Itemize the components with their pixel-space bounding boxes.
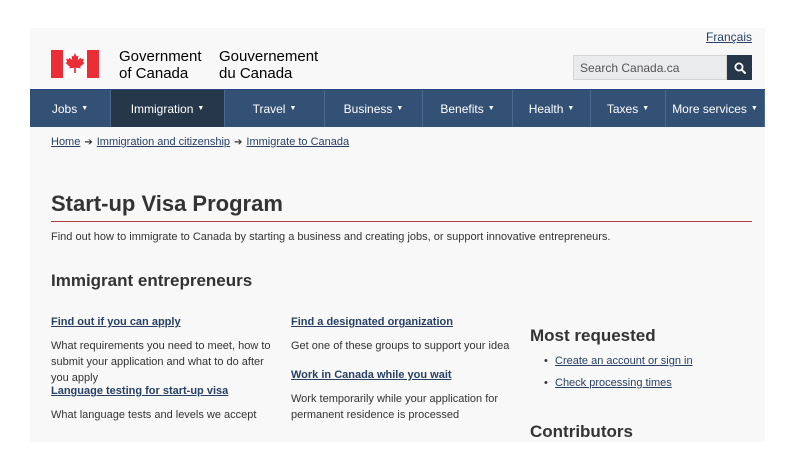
most-requested-link[interactable]: Check processing times	[555, 377, 672, 389]
breadcrumb-immigrate-to-canada[interactable]: Immigrate to Canada	[246, 136, 349, 148]
service-link[interactable]: Work in Canada while you wait	[291, 369, 521, 381]
canada-flag-icon	[51, 50, 99, 78]
chevron-down-icon: ▼	[642, 105, 650, 112]
brand-text-english: Government of Canada	[119, 48, 202, 82]
chevron-down-icon: ▼	[289, 105, 297, 112]
menu-immigration[interactable]: Immigration ▼	[111, 90, 225, 127]
menu-benefits[interactable]: Benefits ▼	[423, 90, 513, 127]
service-description: Get one of these groups to support your …	[291, 340, 510, 352]
search-button[interactable]	[727, 55, 752, 80]
service-item: Language testing for start-up visa What …	[51, 385, 281, 423]
chevron-down-icon: ▼	[197, 105, 205, 112]
most-requested-list: Create an account or sign in Check proce…	[544, 355, 693, 399]
chevron-down-icon: ▼	[567, 105, 575, 112]
main-menu: Jobs ▼ Immigration ▼ Travel ▼ Business ▼ Ben…	[30, 89, 765, 127]
browser-page: Français Government of Canada Gouverneme…	[30, 28, 765, 442]
most-requested-title: Most requested	[530, 326, 656, 345]
page-title: Start-up Visa Program	[51, 191, 283, 216]
breadcrumb-home[interactable]: Home	[51, 136, 80, 148]
search-icon	[734, 62, 746, 74]
menu-health[interactable]: Health ▼	[513, 90, 591, 127]
service-description: What language tests and levels we accept	[51, 409, 257, 421]
arrow-right-icon: ➔	[234, 136, 243, 148]
menu-travel[interactable]: Travel ▼	[225, 90, 325, 127]
page-lead: Find out how to immigrate to Canada by s…	[51, 231, 611, 243]
service-link[interactable]: Language testing for start-up visa	[51, 385, 281, 397]
service-item: Work in Canada while you wait Work tempo…	[291, 369, 521, 423]
menu-jobs[interactable]: Jobs ▼	[30, 90, 111, 127]
language-toggle-link[interactable]: Français	[706, 30, 752, 44]
chevron-down-icon: ▼	[81, 105, 89, 112]
title-rule	[51, 221, 752, 222]
chevron-down-icon: ▼	[396, 105, 404, 112]
chevron-down-icon: ▼	[750, 105, 758, 112]
arrow-right-icon: ➔	[84, 136, 93, 148]
search-input[interactable]	[573, 55, 727, 80]
menu-business[interactable]: Business ▼	[325, 90, 423, 127]
service-item: Find a designated organization Get one o…	[291, 316, 521, 354]
menu-more-services[interactable]: More services ▼	[666, 90, 765, 127]
list-item: Check processing times	[544, 377, 693, 389]
brand-text-french: Gouvernement du Canada	[219, 48, 319, 82]
menu-taxes[interactable]: Taxes ▼	[591, 90, 666, 127]
service-link[interactable]: Find a designated organization	[291, 316, 521, 328]
breadcrumb: Home ➔ Immigration and citizenship ➔ Imm…	[51, 136, 349, 148]
service-link[interactable]: Find out if you can apply	[51, 316, 281, 328]
section-title: Immigrant entrepreneurs	[51, 271, 253, 290]
contributors-title: Contributors	[530, 422, 633, 441]
search-form	[573, 55, 752, 80]
list-item: Create an account or sign in	[544, 355, 693, 367]
service-description: Work temporarily while your application …	[291, 393, 499, 421]
service-item: Find out if you can apply What requireme…	[51, 316, 281, 386]
chevron-down-icon: ▼	[487, 105, 495, 112]
government-brand[interactable]: Government of Canada Gouvernement du Can…	[51, 48, 329, 82]
most-requested-link[interactable]: Create an account or sign in	[555, 355, 693, 367]
breadcrumb-immigration-citizenship[interactable]: Immigration and citizenship	[97, 136, 230, 148]
service-description: What requirements you need to meet, how …	[51, 340, 271, 384]
